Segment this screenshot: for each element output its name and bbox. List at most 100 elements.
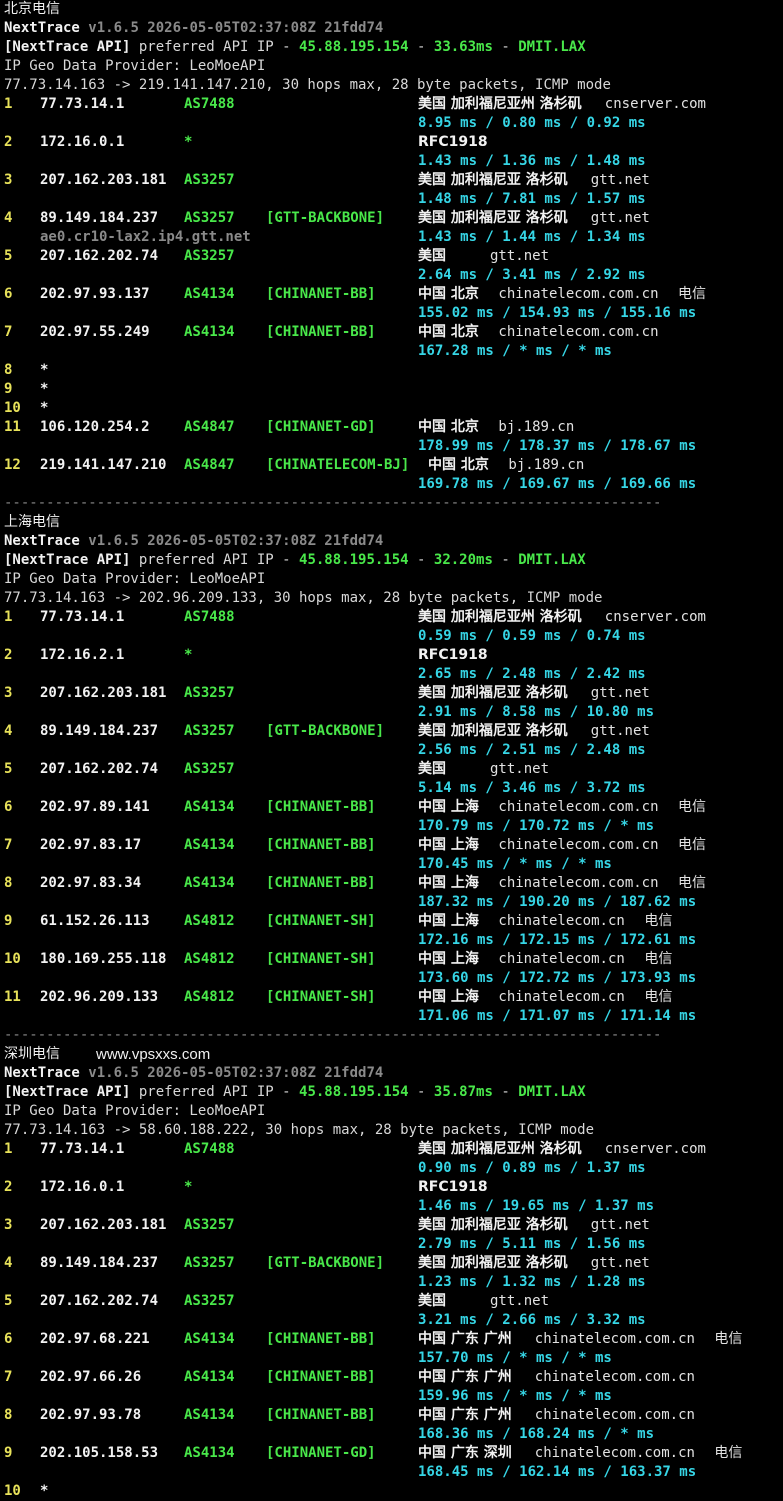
- hop-row: 3 207.162.203.181 AS3257 美国 加利福尼亚 洛杉矶 gtt.ne…: [4, 171, 783, 190]
- hop-row: 2 172.16.0.1 * RFC1918: [4, 133, 783, 152]
- hop-ip: 77.73.14.1: [40, 609, 125, 625]
- hop-asn: AS4134: [184, 324, 235, 340]
- hop-row: 8 202.97.83.34 AS4134 [CHINANET-BB] 中国 上海 chi…: [4, 874, 783, 893]
- hop-row: 11 106.120.254.2 AS4847 [CHINANET-GD] 中国 北京 b…: [4, 418, 783, 437]
- hop-hostname: gtt.net: [590, 210, 650, 226]
- hop-geo: 美国 加利福尼亚州 洛杉矶: [418, 96, 582, 112]
- hop-rtt-row: ae0.cr10-lax2.ip4.gtt.net 1.43 ms / 1.44 …: [4, 228, 783, 247]
- api-label: [NextTrace API]: [4, 39, 131, 55]
- hop-rtt: 5.14 ms / 3.46 ms / 3.72 ms: [418, 780, 646, 796]
- hop-asn: AS3257: [184, 1217, 235, 1233]
- api-text: preferred API IP -: [130, 39, 300, 55]
- hop-rtt: 155.02 ms / 154.93 ms / 155.16 ms: [418, 305, 697, 321]
- app-version: v1.6.5 2026-05-05T02:37:08Z 21fdd74: [88, 533, 384, 549]
- hop-network-tag: [CHINANET-GD]: [266, 1445, 376, 1461]
- hop-geo: 美国 加利福尼亚 洛杉矶: [418, 685, 568, 701]
- hop-asn: AS4134: [184, 799, 235, 815]
- hop-hostname: chinatelecom.com.cn: [534, 1407, 695, 1423]
- hop-rtt-row: 168.45 ms / 162.14 ms / 163.37 ms: [4, 1463, 783, 1482]
- section-title-text: 上海电信: [4, 514, 60, 530]
- hop-rtt: 2.79 ms / 5.11 ms / 1.56 ms: [418, 1236, 646, 1252]
- version-line: NextTrace v1.6.5 2026-05-05T02:37:08Z 21…: [4, 1064, 783, 1083]
- hop-asn: AS4847: [184, 419, 235, 435]
- api-line: [NextTrace API] preferred API IP - 45.88…: [4, 1083, 783, 1102]
- hop-number: 7: [4, 1369, 13, 1385]
- hop-rtt-row: 157.70 ms / * ms / * ms: [4, 1349, 783, 1368]
- hop-hostname: gtt.net: [590, 172, 650, 188]
- hop-rtt: 2.91 ms / 8.58 ms / 10.80 ms: [418, 704, 655, 720]
- hop-isp: 电信: [678, 799, 706, 815]
- hop-network-tag: [CHINANET-BB]: [266, 1331, 376, 1347]
- hop-ip: 77.73.14.1: [40, 1141, 125, 1157]
- hop-hostname: chinatelecom.com.cn: [498, 799, 659, 815]
- hop-hostname: chinatelecom.com.cn: [534, 1369, 695, 1385]
- hop-number: 4: [4, 210, 13, 226]
- hop-hostname: chinatelecom.com.cn: [498, 286, 659, 302]
- hop-row: 7 202.97.83.17 AS4134 [CHINANET-BB] 中国 上海 chi…: [4, 836, 783, 855]
- hop-network-tag: [CHINANET-SH]: [266, 989, 376, 1005]
- hop-geo: 中国 广东 广州: [418, 1331, 512, 1347]
- hop-asn: AS7488: [184, 1141, 235, 1157]
- hop-ip: 202.97.83.17: [40, 837, 142, 853]
- hop-ip: 202.97.89.141: [40, 799, 150, 815]
- hop-row: 9 61.152.26.113 AS4812 [CHINANET-SH] 中国 上海 ch…: [4, 912, 783, 931]
- hop-hostname: cnserver.com: [604, 1141, 706, 1157]
- hop-number: 11: [4, 419, 21, 435]
- hop-geo: 美国 加利福尼亚 洛杉矶: [418, 1217, 568, 1233]
- hop-hostname: cnserver.com: [604, 96, 706, 112]
- hop-geo: RFC1918: [418, 134, 488, 150]
- hop-asn: AS4134: [184, 1331, 235, 1347]
- hop-rtt-row: 2.64 ms / 3.41 ms / 2.92 ms: [4, 266, 783, 285]
- trace-command: 77.73.14.163 -> 202.96.209.133, 30 hops …: [4, 590, 603, 606]
- provider-line: IP Geo Data Provider: LeoMoeAPI: [4, 570, 783, 589]
- hop-geo: 中国 广东 深圳: [418, 1445, 512, 1461]
- hop-rtt-row: 0.90 ms / 0.89 ms / 1.37 ms: [4, 1159, 783, 1178]
- hop-row: 7 202.97.55.249 AS4134 [CHINANET-BB] 中国 北京 ch…: [4, 323, 783, 342]
- api-dash: -: [408, 39, 434, 55]
- hop-geo: RFC1918: [418, 647, 488, 663]
- hop-asn: *: [184, 647, 193, 663]
- hop-isp: 电信: [644, 951, 673, 967]
- hop-geo: 美国: [418, 1293, 446, 1309]
- hop-asn: AS3257: [184, 248, 235, 264]
- hop-rtt: 170.45 ms / * ms / * ms: [418, 856, 612, 872]
- hop-hostname: bj.189.cn: [508, 457, 585, 473]
- hop-geo: 中国 上海: [418, 837, 479, 853]
- hop-rtt: 157.70 ms / * ms / * ms: [418, 1350, 612, 1366]
- hop-number: 6: [4, 286, 13, 302]
- trace-command: 77.73.14.163 -> 219.141.147.210, 30 hops…: [4, 77, 611, 93]
- hop-rtt-row: 170.79 ms / 170.72 ms / * ms: [4, 817, 783, 836]
- hop-ip: 202.97.93.137: [40, 286, 150, 302]
- hop-hostname: chinatelecom.com.cn: [498, 837, 659, 853]
- separator-line: ----------------------------------------…: [4, 494, 783, 513]
- hop-number: 2: [4, 1179, 13, 1195]
- hop-ip: 180.169.255.118: [40, 951, 167, 967]
- api-ip: 45.88.195.154: [299, 1084, 409, 1100]
- hop-asn: *: [184, 134, 193, 150]
- hop-network-tag: [CHINANET-BB]: [266, 286, 376, 302]
- hop-ip: 202.96.209.133: [40, 989, 159, 1005]
- hop-asn: AS4134: [184, 1369, 235, 1385]
- hop-asn: AS3257: [184, 1255, 235, 1271]
- hop-number: 11: [4, 989, 21, 1005]
- hop-rtt: 172.16 ms / 172.15 ms / 172.61 ms: [418, 932, 697, 948]
- hop-number: 2: [4, 134, 13, 150]
- hop-ip: 207.162.202.74: [40, 761, 159, 777]
- hop-number: 4: [4, 1255, 13, 1271]
- hop-ip: *: [40, 1483, 49, 1499]
- hop-rtt: 2.56 ms / 2.51 ms / 2.48 ms: [418, 742, 646, 758]
- hop-rtt: 168.45 ms / 162.14 ms / 163.37 ms: [418, 1464, 697, 1480]
- hop-hostname: gtt.net: [490, 761, 550, 777]
- hop-geo: 中国 广东 广州: [418, 1407, 512, 1423]
- hop-network-tag: [GTT-BACKBONE]: [266, 723, 385, 739]
- hop-asn: AS3257: [184, 723, 235, 739]
- api-latency: 35.87ms: [433, 1084, 493, 1100]
- section-title: 北京电信: [4, 0, 783, 19]
- hop-hostname: chinatelecom.com.cn: [534, 1445, 695, 1461]
- section-title-text: 北京电信: [4, 1, 60, 17]
- hop-row: 11 202.96.209.133 AS4812 [CHINANET-SH] 中国 上海…: [4, 988, 783, 1007]
- hop-hostname: chinatelecom.com.cn: [498, 875, 659, 891]
- hop-row: 8 *: [4, 361, 783, 380]
- hop-rtt-row: 170.45 ms / * ms / * ms: [4, 855, 783, 874]
- hop-asn: AS4134: [184, 1407, 235, 1423]
